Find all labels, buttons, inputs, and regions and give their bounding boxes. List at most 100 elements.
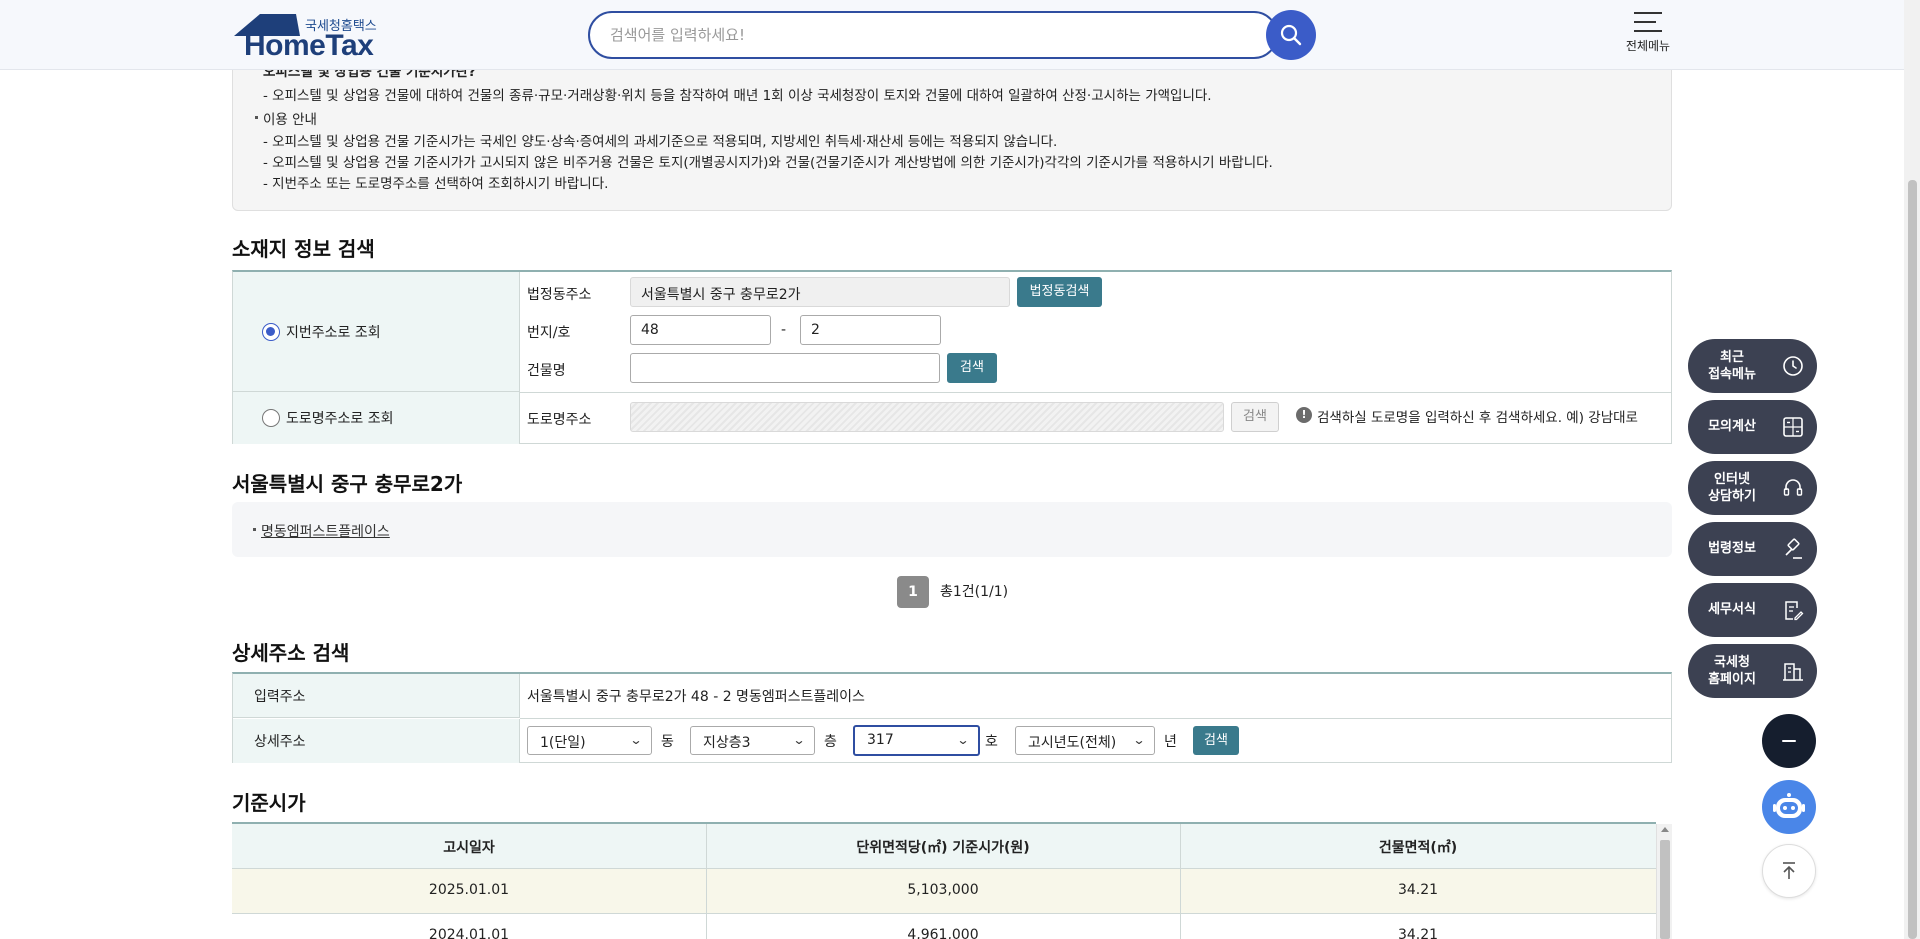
page-scrollbar-thumb[interactable] <box>1908 180 1917 939</box>
input-address-header: 입력주소 <box>233 674 520 718</box>
legal-dong-search-button[interactable]: 법정동검색 <box>1017 277 1102 307</box>
detail-section-title: 상세주소 검색 <box>232 641 350 665</box>
price-table-scrollbar-thumb[interactable] <box>1660 840 1670 939</box>
law-info-label: 법령정보 <box>1708 541 1756 556</box>
table-cell: 2025.01.01 <box>428 882 510 898</box>
collapse-menu-button[interactable] <box>1762 714 1816 768</box>
bullet-icon <box>253 528 256 531</box>
jibun-radio-cell: 지번주소로 조회 <box>233 272 520 392</box>
tax-forms-button[interactable]: 세무서식 <box>1688 583 1817 637</box>
info-text: - 오피스텔 및 상업용 건물에 대하여 건물의 종류·규모·거래상황·위치 등… <box>263 88 1212 104</box>
input-address-label: 입력주소 <box>254 689 306 705</box>
floor-unit: 층 <box>824 734 837 750</box>
road-radio[interactable] <box>262 409 280 427</box>
location-section-title: 소재지 정보 검색 <box>232 237 375 261</box>
road-search-button: 검색 <box>1231 402 1279 432</box>
price-table-scrollbar[interactable] <box>1656 824 1672 939</box>
arrow-up-icon <box>1783 862 1795 879</box>
table-cell: 4,961,000 <box>907 927 979 939</box>
table-cell: 34.21 <box>1397 882 1439 898</box>
mock-calc-label: 모의계산 <box>1708 419 1756 434</box>
online-consult-label: 인터넷 상담하기 <box>1708 472 1756 504</box>
law-info-button[interactable]: 법령정보 <box>1688 522 1817 576</box>
chatbot-button[interactable] <box>1762 780 1816 834</box>
search-button[interactable] <box>1266 10 1316 60</box>
scroll-top-button[interactable] <box>1762 844 1816 898</box>
detail-search-button[interactable]: 검색 <box>1193 726 1239 755</box>
logo-title: HomeTax <box>244 29 374 62</box>
search-icon <box>1280 24 1302 46</box>
column-divider <box>1180 824 1181 939</box>
recent-menu-button[interactable]: 최근 접속메뉴 <box>1688 339 1817 393</box>
scroll-up-arrow-icon[interactable] <box>1661 827 1669 832</box>
bullet-icon <box>255 116 258 119</box>
year-select-value: 고시년도(전체) <box>1028 735 1117 751</box>
column-header: 고시일자 <box>443 840 495 856</box>
result-section-title: 서울특별시 중구 충무로2가 <box>232 472 463 496</box>
row-divider <box>520 718 1671 719</box>
dong-select[interactable]: 1(단일) ⌄ <box>527 726 652 755</box>
ho-unit: 호 <box>985 734 998 750</box>
pagination-total: 총1건(1/1) <box>940 584 1009 600</box>
jibun-search-button[interactable]: 검색 <box>947 353 997 383</box>
bunji-main-value: 48 <box>641 322 659 338</box>
jibun-radio[interactable] <box>262 323 280 341</box>
bunji-main-input[interactable]: 48 <box>630 315 771 345</box>
table-row: 2024.01.01 4,961,000 34.21 <box>232 914 1656 939</box>
site-header: 국세청홈택스 HomeTax 전체메뉴 <box>0 0 1904 70</box>
result-item-link[interactable]: 명동엠퍼스트플레이스 <box>261 521 390 541</box>
jibun-radio-label[interactable]: 지번주소로 조회 <box>286 322 381 342</box>
hamburger-icon <box>1634 12 1662 32</box>
pagination-page-1[interactable]: 1 <box>897 576 929 608</box>
column-header: 단위면적당(㎡) 기준시가(원) <box>856 840 1030 856</box>
dong-select-value: 1(단일) <box>540 735 586 751</box>
table-cell: 5,103,000 <box>907 882 979 898</box>
all-menu-button[interactable]: 전체메뉴 <box>1620 10 1676 62</box>
location-search-table: 지번주소로 조회 도로명주소로 조회 법정동주소 서울특별시 중구 충무로2가 … <box>232 270 1672 444</box>
headset-icon <box>1783 479 1803 496</box>
nts-homepage-button[interactable]: 국세청 홈페이지 <box>1688 644 1817 698</box>
search-input[interactable] <box>610 23 1230 47</box>
road-radio-label[interactable]: 도로명주소로 조회 <box>286 408 394 428</box>
bunji-sub-input[interactable]: 2 <box>800 315 941 345</box>
legal-address-value: 서울특별시 중구 충무로2가 <box>641 287 801 303</box>
table-cell: 34.21 <box>1397 927 1439 939</box>
year-select[interactable]: 고시년도(전체) ⌄ <box>1015 726 1155 755</box>
price-table-header: 고시일자 단위면적당(㎡) 기준시가(원) 건물면적(㎡) <box>232 824 1656 869</box>
table-cell: 2024.01.01 <box>428 927 510 939</box>
ho-select-value: 317 <box>867 732 894 748</box>
chevron-down-icon: ⌄ <box>629 733 643 747</box>
floor-select[interactable]: 지상층3 ⌄ <box>690 726 815 755</box>
all-menu-label: 전체메뉴 <box>1625 39 1671 53</box>
chevron-down-icon: ⌄ <box>1132 733 1146 747</box>
ho-select[interactable]: 317 ⌄ <box>853 725 980 756</box>
page-scrollbar[interactable] <box>1904 0 1920 939</box>
road-address-label: 도로명주소 <box>527 412 592 428</box>
road-radio-cell: 도로명주소로 조회 <box>233 392 520 444</box>
info-heading-usage: 이용 안내 <box>263 112 317 128</box>
hometax-logo[interactable]: 국세청홈택스 HomeTax <box>232 12 392 62</box>
detail-address-header: 상세주소 <box>233 719 520 763</box>
legal-address-field: 서울특별시 중구 충무로2가 <box>630 277 1010 307</box>
price-table: 고시일자 단위면적당(㎡) 기준시가(원) 건물면적(㎡) 2025.01.01… <box>232 822 1656 939</box>
year-unit: 년 <box>1164 734 1177 750</box>
mock-calc-button[interactable]: 모의계산 <box>1688 400 1817 454</box>
row-divider <box>520 392 1671 393</box>
online-consult-button[interactable]: 인터넷 상담하기 <box>1688 461 1817 515</box>
bunji-label: 번지/호 <box>527 325 571 341</box>
dong-unit: 동 <box>661 734 674 750</box>
chevron-down-icon: ⌄ <box>792 733 806 747</box>
robot-icon <box>1773 793 1805 818</box>
table-row: 2025.01.01 5,103,000 34.21 <box>232 869 1656 914</box>
info-text: - 지번주소 또는 도로명주소를 선택하여 조회하시기 바랍니다. <box>263 176 609 192</box>
search-box <box>588 11 1278 59</box>
legal-address-label: 법정동주소 <box>527 287 592 303</box>
road-hint-text: 검색하실 도로명을 입력하신 후 검색하세요. 예) 강남대로 <box>1317 410 1638 426</box>
building-name-label: 건물명 <box>527 363 566 379</box>
column-header: 건물면적(㎡) <box>1378 840 1458 856</box>
building-name-input[interactable] <box>630 353 940 383</box>
building-icon <box>1783 663 1803 681</box>
chevron-down-icon: ⌄ <box>956 733 970 747</box>
gavel-icon <box>1785 538 1802 559</box>
minus-icon <box>1782 740 1796 742</box>
